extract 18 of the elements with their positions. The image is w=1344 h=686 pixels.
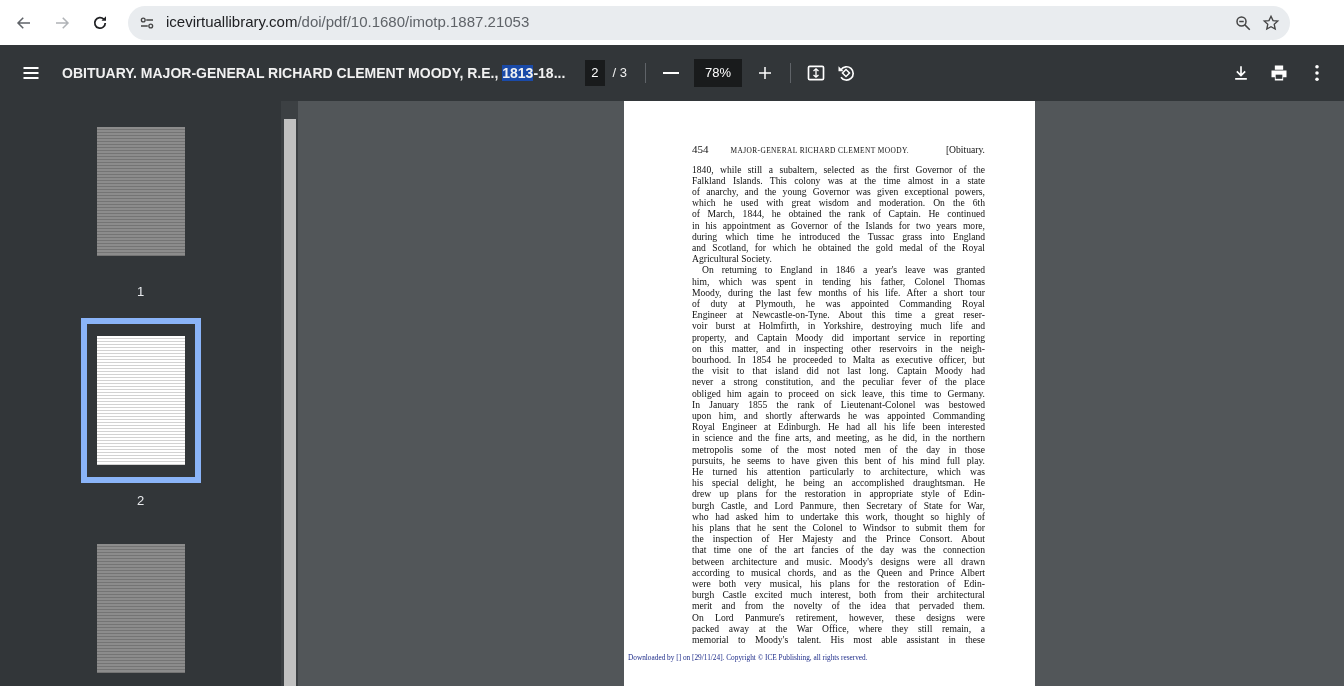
zoom-field[interactable]: 78% <box>694 59 743 87</box>
scrollbar-thumb[interactable] <box>283 119 296 686</box>
star-icon[interactable] <box>1262 13 1280 32</box>
page-number: 454 <box>692 142 709 157</box>
thumbnail-label: 1 <box>136 283 145 301</box>
page-count: / 3 <box>612 64 627 83</box>
body-paragraph: On returning to England in 1846 a year's leave was granted him, which was spent in tending his father, Colonel Thomas Moody, during the last few months of his life. After a short tour of duty at Plymouth, he was appointed Commanding Royal Engineer at Newcastle-on-Tyne. About this time a great reser- voir burst at Holmfirth, in Yorkshire, destroying much life and property, and Captain Moody did important service in reporting on this matter, and in inspecting other reservoirs in the neigh- bourhood. In 1854 he proceeded to Malta as executive officer, but the visit to that island did not last long. Captain Moody had never a strong constitution, and the peculiar fever of the place obliged him again to proceed on sick leave, this time to Germany. In January 1855 the rank of Lieutenant-Colonel was bestowed upon him, and shortly afterwards he was appointed Commanding Royal Engineer at Edinburgh. He had all his life been interested in science and the fine arts, and meeting, as he did, in the northern metropolis some of the most noted men of the day in those pursuits, he seems to have given this bent of his mind full play. He turned his attention particularly to architecture, which was his special delight, he being an accomplished draughtsman. He drew up plans for the restoration in appropriate style of Edin- burgh Castle, and Lord Panmure, then Secretary of State for War, who had asked him to undertake this work, thought so highly of his plans that he sent the Colonel to Windsor to submit them for the inspection of Her Majesty and the Prince Consort. About that time one of the art fancies of the day was the connection between architecture and music. Moody's designs were all drawn according to musical chords, and as the Queen and Prince Albert were both very musical, his plans for the restoration of Edin- burgh Castle excited much interest, both from their architectural merit and from the novelty of the idea that pervaded them. On Lord Panmure's retirement, however, these designs were packed away at the War Office, where they still remain, a memorial to Moody's talent. His most able assistant in these <box>692 264 985 646</box>
more-icon <box>1315 65 1319 81</box>
rotate-icon <box>836 63 857 83</box>
zoom-icon[interactable] <box>1234 13 1252 32</box>
page-number-field[interactable]: 2 <box>585 60 605 86</box>
section-label: [Obituary. <box>945 143 985 157</box>
thumbnail-label: 2 <box>136 491 145 510</box>
minus-icon <box>663 72 679 74</box>
document-title: OBITUARY. MAJOR-GENERAL RICHARD CLEMENT MOODY, R.E., 1813-18... <box>62 63 566 83</box>
body-paragraph: 1840, while still a subaltern, selected as the first Governor of the Falkland Islands. This colony was at the time almost in a state of anarchy, and the young Governor was given exceptional powers, which he used with great wisdom and moderation. On the 6th of March, 1844, he obtained the rank of Captain. He continued in his appointment as Governor of the Islands for two years more, during which time he introduced the Tussac grass into England and Scotland, for which he obtained the gold medal of the Royal Agricultural Society. <box>692 163 985 265</box>
print-icon <box>1269 63 1289 83</box>
fit-page-icon <box>806 63 827 83</box>
